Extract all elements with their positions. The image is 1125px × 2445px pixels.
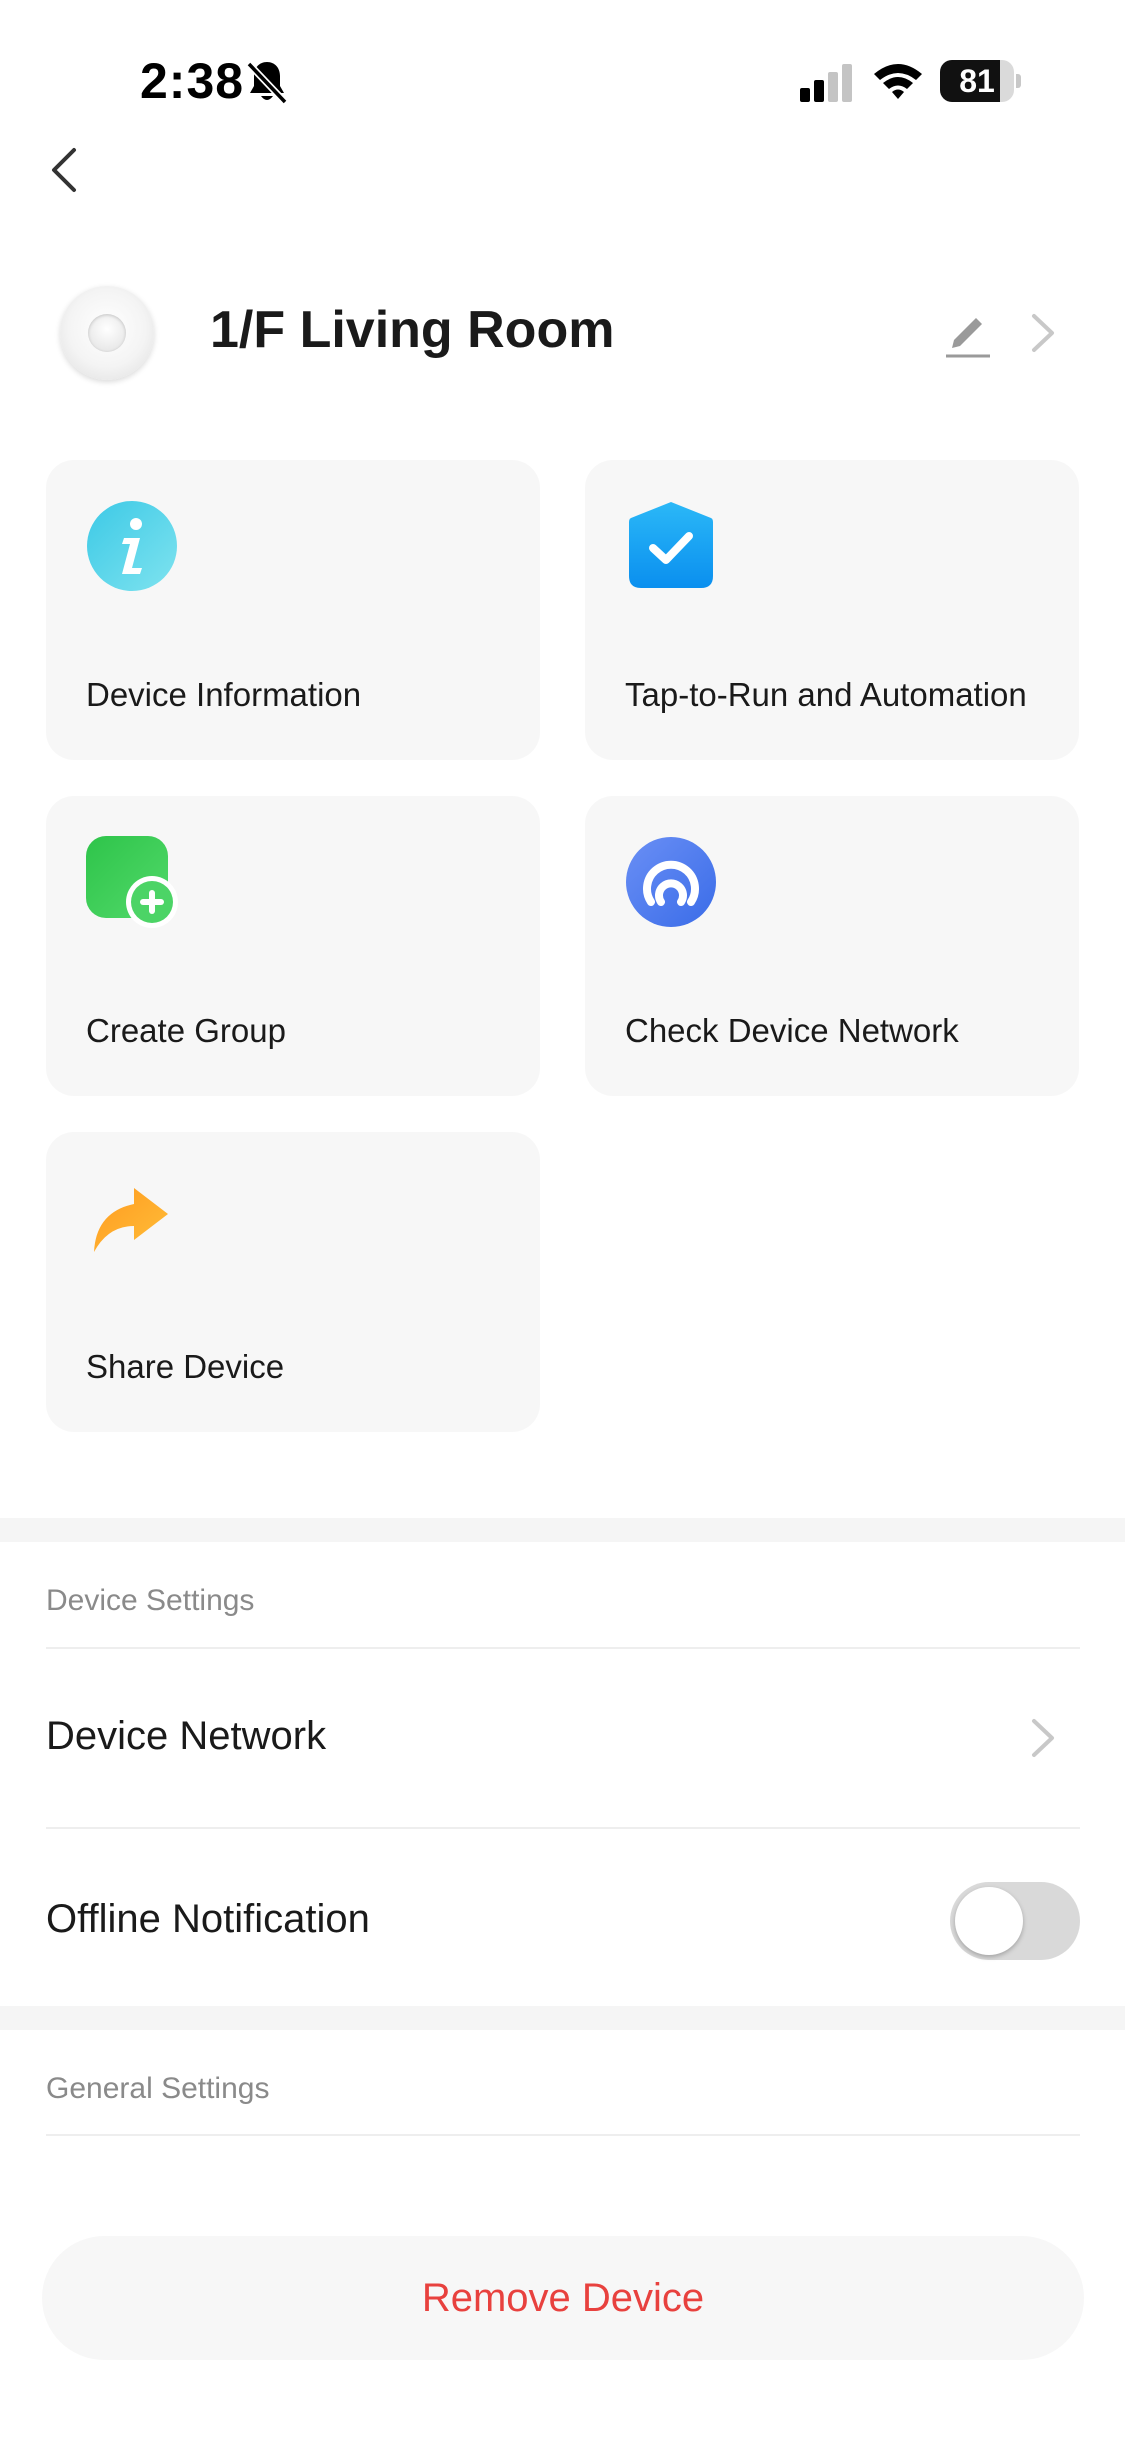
battery-body: 81 xyxy=(940,60,1014,102)
device-settings-page: 2:38 81 1/F Living Room Device Informati… xyxy=(0,0,1125,2445)
create-group-icon xyxy=(86,836,178,928)
device-name: 1/F Living Room xyxy=(210,301,615,359)
device-settings-title: Device Settings xyxy=(46,1584,255,1617)
card-label: Share Device xyxy=(86,1348,285,1385)
network-check-icon xyxy=(626,837,716,927)
chevron-right-icon[interactable] xyxy=(1024,308,1060,358)
card-share-device[interactable]: Share Device xyxy=(46,1132,540,1432)
battery-indicator: 81 xyxy=(940,60,1021,102)
section-separator xyxy=(0,2006,1125,2030)
card-tap-to-run-automation[interactable]: Tap-to-Run and Automation xyxy=(585,460,1079,760)
status-time: 2:38 xyxy=(140,53,245,109)
card-label: Check Device Network xyxy=(625,1012,959,1049)
remove-device-button[interactable]: Remove Device xyxy=(42,2236,1084,2360)
section-separator xyxy=(0,1518,1125,1542)
chevron-right-icon[interactable] xyxy=(1024,1713,1060,1763)
divider xyxy=(46,1827,1080,1829)
bell-off-icon xyxy=(246,61,288,105)
card-device-information[interactable]: Device Information xyxy=(46,460,540,760)
card-label: Device Information xyxy=(86,676,362,713)
device-network-row[interactable]: Device Network xyxy=(46,1714,326,1759)
card-check-device-network[interactable]: Check Device Network xyxy=(585,796,1079,1096)
general-settings-title: General Settings xyxy=(46,2072,270,2105)
card-label: Create Group xyxy=(86,1012,286,1049)
cellular-signal-icon xyxy=(800,64,852,102)
battery-nub xyxy=(1016,74,1021,88)
toggle-knob xyxy=(955,1887,1023,1955)
wifi-icon xyxy=(874,64,922,99)
card-label: Tap-to-Run and Automation xyxy=(625,676,1027,713)
divider xyxy=(46,1647,1080,1649)
offline-notification-row: Offline Notification xyxy=(46,1897,370,1941)
share-arrow-icon xyxy=(94,1188,168,1252)
status-bar: 2:38 81 xyxy=(0,0,1125,160)
device-avatar xyxy=(60,286,154,380)
divider xyxy=(46,2134,1080,2136)
back-arrow-icon[interactable] xyxy=(40,140,90,200)
pencil-edit-icon[interactable] xyxy=(944,306,992,360)
shield-check-icon xyxy=(629,502,713,588)
info-icon xyxy=(87,501,177,591)
battery-level: 81 xyxy=(959,63,995,99)
offline-notification-toggle[interactable] xyxy=(950,1882,1080,1960)
card-create-group[interactable]: Create Group xyxy=(46,796,540,1096)
